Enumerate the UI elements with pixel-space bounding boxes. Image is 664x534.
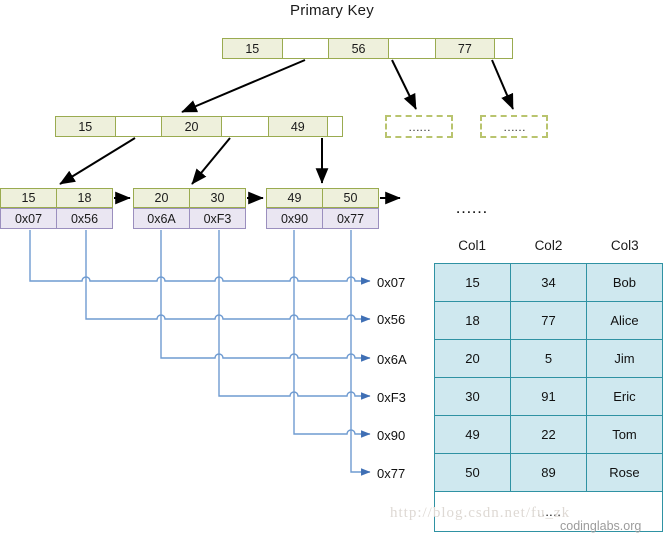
- root-cell-key-1: 56: [329, 39, 389, 58]
- cell-r5-c1: 89: [509, 453, 587, 492]
- level2-index-node: 15 20 49: [55, 116, 343, 137]
- leaf-2-key-1: 30: [210, 191, 225, 205]
- cell-r1-c0: 18: [434, 301, 511, 340]
- arrow-root-to-placeholder-2: [491, 59, 514, 110]
- table-row: 49 22 Tom: [434, 415, 664, 454]
- page-title: Primary Key: [290, 2, 374, 19]
- leaf-node-3: 49 50 0x90 0x77: [266, 188, 379, 229]
- root-cell-key-0: 15: [223, 39, 283, 58]
- record-table-header: Col1 Col2 Col3: [434, 238, 663, 253]
- root-cell-ptr-2: [495, 39, 512, 58]
- table-row: 50 89 Rose: [434, 453, 664, 492]
- placeholder-node-2: ……: [480, 115, 548, 138]
- route-0x90: [293, 230, 371, 438]
- leaf-3-key-1: 50: [343, 191, 358, 205]
- root-cell-ptr-1: [388, 39, 436, 58]
- route-0x77: [350, 230, 371, 476]
- level2-cell-ptr-2: [328, 117, 342, 136]
- cell-r0-c1: 34: [509, 263, 587, 302]
- arrow-root-to-placeholder-1: [391, 59, 417, 110]
- leaf-1-pointer-0: 0x07: [1, 209, 57, 228]
- cell-r1-c2: Alice: [585, 301, 664, 340]
- leaf-2-key-row: 20 30: [133, 188, 246, 208]
- leaf-1-key-0: 15: [1, 189, 57, 207]
- cell-r3-c1: 91: [509, 377, 587, 416]
- level2-cell-key-1: 20: [162, 117, 222, 136]
- route-0xF3: [218, 230, 371, 400]
- cell-r5-c2: Rose: [585, 453, 664, 492]
- cell-r3-c2: Eric: [585, 377, 664, 416]
- watermark-codinglabs: codinglabs.org: [560, 519, 642, 533]
- cell-r1-c1: 77: [509, 301, 587, 340]
- table-header-col3: Col3: [610, 238, 639, 253]
- cell-r5-c0: 50: [434, 453, 511, 492]
- arrow-level2-to-leaf-2: [191, 137, 231, 185]
- leaf-3-pointer-1: 0x77: [336, 211, 365, 226]
- level2-cell-ptr-0: [115, 117, 163, 136]
- leaf-node-2: 20 30 0x6A 0xF3: [133, 188, 246, 229]
- address-label-0x56: 0x56: [377, 312, 406, 327]
- address-label-0xF3: 0xF3: [377, 390, 406, 405]
- level2-cell-key-2: 49: [268, 117, 329, 136]
- level2-to-leaf-arrows: [59, 137, 329, 185]
- cell-r4-c0: 49: [434, 415, 511, 454]
- root-cell-key-2: 77: [435, 39, 496, 58]
- leaf-3-key-0: 49: [267, 189, 323, 207]
- address-label-0x90: 0x90: [377, 428, 406, 443]
- route-0x56: [85, 230, 371, 323]
- table-row: 30 91 Eric: [434, 377, 664, 416]
- table-row: 15 34 Bob: [434, 263, 664, 302]
- btree-index-diagram: Primary Key 15 56 77 15 20 49 …… …… 15 1…: [0, 0, 664, 534]
- cell-r3-c0: 30: [434, 377, 511, 416]
- route-0x6A: [160, 230, 371, 362]
- leaf-node-1: 15 18 0x07 0x56: [0, 188, 113, 229]
- pointer-route-lines: [29, 230, 371, 476]
- cell-r2-c2: Jim: [585, 339, 664, 378]
- root-index-node: 15 56 77: [222, 38, 513, 59]
- leaf-1-pointer-1: 0x56: [70, 211, 99, 226]
- leaf-2-key-0: 20: [134, 189, 190, 207]
- leaf-1-key-row: 15 18: [0, 188, 113, 208]
- cell-r4-c2: Tom: [585, 415, 664, 454]
- level2-cell-ptr-1: [221, 117, 269, 136]
- root-cell-ptr-0: [282, 39, 330, 58]
- cell-r2-c1: 5: [509, 339, 587, 378]
- cell-r0-c2: Bob: [585, 263, 664, 302]
- leaf-2-pointer-1: 0xF3: [203, 211, 232, 226]
- leaf-1-pointer-row: 0x07 0x56: [0, 208, 113, 229]
- arrow-level2-to-leaf-1: [59, 137, 136, 185]
- table-header-col1: Col1: [458, 238, 487, 253]
- table-header-col2: Col2: [534, 238, 563, 253]
- record-table: 15 34 Bob 18 77 Alice 20 5 Jim 30 91 Eri…: [434, 263, 664, 532]
- leaf-level-ellipsis: ……: [455, 198, 488, 217]
- address-label-0x77: 0x77: [377, 466, 406, 481]
- record-table-body: 15 34 Bob 18 77 Alice 20 5 Jim 30 91 Eri…: [434, 263, 664, 532]
- address-label-0x6A: 0x6A: [377, 352, 407, 367]
- leaf-1-key-1: 18: [77, 191, 92, 205]
- watermark-csdn: http://blog.csdn.net/fu_zk: [390, 505, 571, 521]
- placeholder-node-1: ……: [385, 115, 453, 138]
- leaf-3-key-row: 49 50: [266, 188, 379, 208]
- cell-r4-c1: 22: [509, 415, 587, 454]
- leaf-2-pointer-0: 0x6A: [134, 209, 190, 228]
- table-row: 20 5 Jim: [434, 339, 664, 378]
- root-to-children-arrows: [181, 59, 514, 113]
- table-row: 18 77 Alice: [434, 301, 664, 340]
- leaf-3-pointer-row: 0x90 0x77: [266, 208, 379, 229]
- address-label-0x07: 0x07: [377, 275, 406, 290]
- leaf-2-pointer-row: 0x6A 0xF3: [133, 208, 246, 229]
- route-0x07: [29, 230, 371, 285]
- cell-r0-c0: 15: [434, 263, 511, 302]
- leaf-3-pointer-0: 0x90: [267, 209, 323, 228]
- arrow-root-to-level2: [181, 59, 306, 113]
- level2-cell-key-0: 15: [56, 117, 116, 136]
- cell-r2-c0: 20: [434, 339, 511, 378]
